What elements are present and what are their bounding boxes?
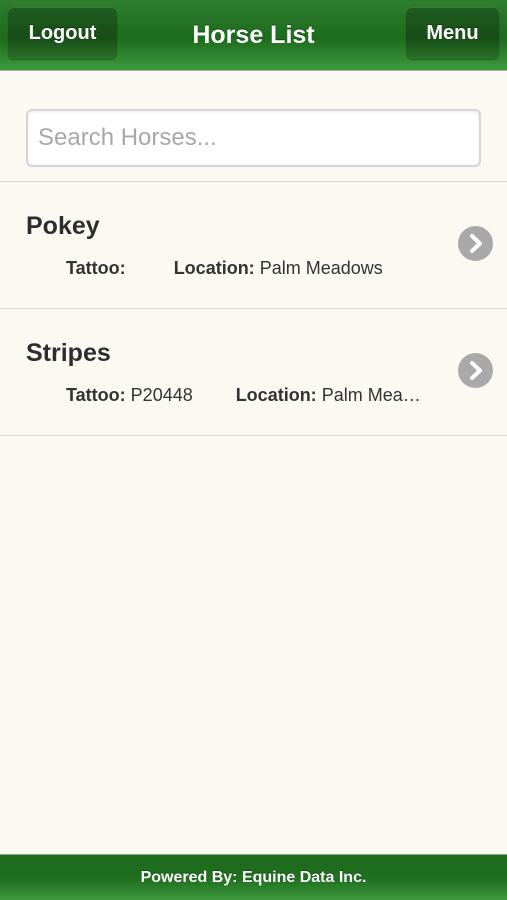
horse-list-item[interactable]: Pokey Tattoo: Location: Palm Meadows [0, 182, 507, 309]
footer-credit: Powered By: Equine Data Inc. [140, 868, 367, 886]
logout-button[interactable]: Logout [8, 7, 117, 59]
horse-name: Stripes [26, 339, 111, 367]
search-input[interactable] [26, 109, 481, 167]
location-label: Location: [235, 385, 317, 405]
menu-button[interactable]: Menu [406, 7, 499, 59]
tattoo-label: Tattoo: [66, 258, 126, 278]
location-value: Palm Meadows [259, 258, 383, 278]
horse-details: Tattoo: P20448 Location: Palm Mea… [66, 385, 421, 406]
page-title: Horse List [192, 21, 315, 49]
footer-bar: Powered By: Equine Data Inc. [0, 854, 507, 900]
chevron-right-icon[interactable] [458, 353, 493, 388]
tattoo-value: P20448 [130, 385, 193, 405]
location-value: Palm Mea… [321, 385, 421, 405]
search-bar [0, 71, 507, 182]
horse-name: Pokey [26, 212, 100, 240]
chevron-right-icon[interactable] [458, 226, 493, 261]
horse-details: Tattoo: Location: Palm Meadows [66, 258, 383, 279]
tattoo-label: Tattoo: [66, 385, 126, 405]
location-label: Location: [173, 258, 255, 278]
header-bar: Logout Horse List Menu [0, 0, 507, 71]
horse-list-item[interactable]: Stripes Tattoo: P20448 Location: Palm Me… [0, 309, 507, 436]
